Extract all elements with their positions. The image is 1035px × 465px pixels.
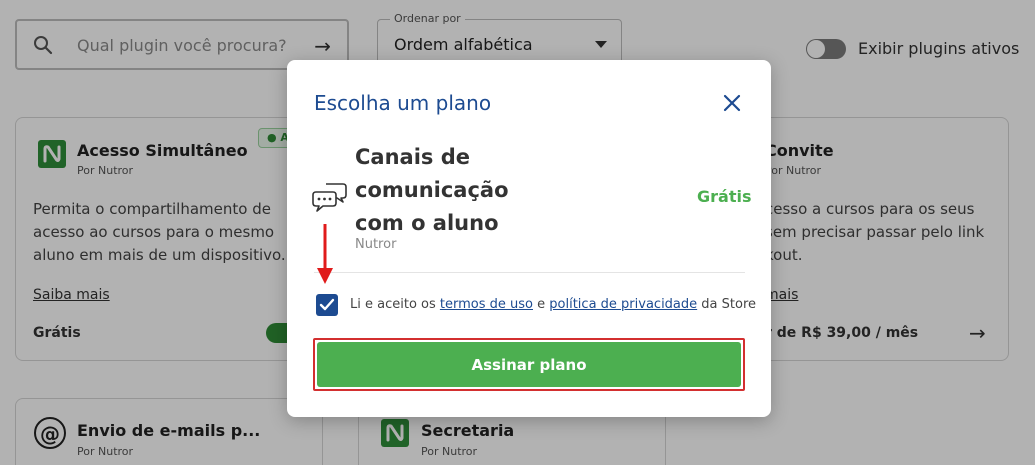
terms-of-use-link[interactable]: termos de uso [440, 297, 533, 312]
terms-text: Li e aceito os termos de uso e política … [350, 297, 757, 312]
chat-bubbles-icon [311, 180, 349, 218]
plan-price: Grátis [697, 187, 752, 206]
close-icon[interactable] [721, 92, 743, 114]
divider [314, 272, 745, 273]
plugin-name: Canais de comunicação com o aluno [355, 145, 509, 235]
highlight-frame: Assinar plano [313, 338, 745, 391]
red-arrow-icon [315, 224, 335, 292]
plugin-vendor: Nutror [355, 237, 397, 252]
choose-plan-modal: Escolha um plano Canais de comunicação c… [287, 60, 771, 417]
subscribe-button[interactable]: Assinar plano [317, 342, 741, 387]
accept-terms-checkbox[interactable] [316, 294, 338, 316]
modal-title: Escolha um plano [314, 91, 492, 115]
privacy-policy-link[interactable]: política de privacidade [549, 297, 697, 312]
